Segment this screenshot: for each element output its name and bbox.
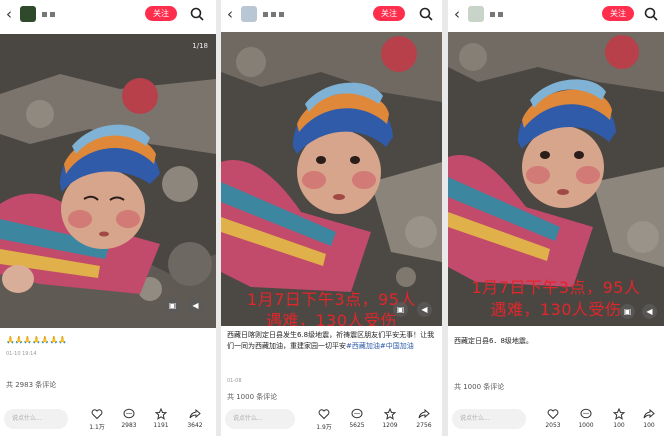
- volume-icon[interactable]: ◀: [417, 302, 432, 317]
- post-date: 01-08: [227, 378, 242, 384]
- overlay-caption-line2: 遇难，130人受伤: [265, 311, 398, 326]
- like-count: 1.9万: [316, 424, 332, 431]
- post-photo[interactable]: 1月7日下午3点，95人 遇难，130人受伤 ▣ ◀: [221, 32, 442, 326]
- collect-button[interactable]: 1191: [150, 408, 172, 429]
- avatar[interactable]: [241, 6, 257, 22]
- post-caption: 西藏日喀则定日县发生6.8级地震，祈祷震区朋友们平安无事！让我们一同为西藏加油，…: [227, 330, 436, 352]
- top-bar: ‹ 关注: [0, 0, 216, 28]
- pip-icon[interactable]: ▣: [620, 304, 635, 319]
- back-button[interactable]: ‹: [448, 0, 466, 28]
- back-button[interactable]: ‹: [0, 0, 18, 28]
- comment-button[interactable]: 5625: [346, 408, 368, 429]
- post-photo[interactable]: 1/18 ▣ ◀: [0, 34, 216, 328]
- overlay-caption-line1: 1月7日下午3点，95人: [471, 278, 641, 297]
- post-panel-3: ‹ 关注 1月7日下午3点，95人 遇难，130人受伤 ▣ ◀ 西藏定日县6．8…: [448, 0, 664, 436]
- pip-icon[interactable]: ▣: [393, 302, 408, 317]
- share-icon: [418, 408, 430, 419]
- post-date: 01-10 19:14: [6, 351, 37, 357]
- share-icon: [643, 408, 655, 419]
- star-icon: [384, 408, 396, 420]
- image-counter: 1/18: [192, 42, 208, 50]
- comment-input[interactable]: 说点什么...: [4, 409, 68, 429]
- post-panel-2: ‹ 关注 1月7日下午3点，95人 遇难，130人受伤 ▣ ◀ 西藏日喀则定日县…: [221, 0, 442, 436]
- share-count: 3642: [187, 422, 203, 429]
- star-icon: [155, 408, 167, 420]
- comment-icon: [351, 408, 363, 419]
- comment-button[interactable]: 1000: [575, 408, 597, 429]
- avatar[interactable]: [468, 6, 484, 22]
- share-count: 2756: [416, 422, 432, 429]
- collect-count: 1191: [153, 422, 169, 429]
- child-in-rubble-image: [0, 34, 216, 328]
- follow-button[interactable]: 关注: [602, 6, 634, 21]
- comment-input[interactable]: 说点什么...: [225, 409, 295, 429]
- overlay-caption-line1: 1月7日下午3点，95人: [247, 290, 416, 309]
- share-icon: [189, 408, 201, 419]
- like-button[interactable]: 1.9万: [313, 408, 335, 431]
- comment-count-label: 2983: [121, 422, 137, 429]
- top-bar: ‹ 关注: [221, 0, 442, 28]
- username-blurred[interactable]: [42, 11, 55, 17]
- collect-button[interactable]: 1209: [379, 408, 401, 429]
- top-bar: ‹ 关注: [448, 0, 664, 28]
- bottom-action-bar: 说点什么... 1.1万 2983 1191 3642: [0, 404, 216, 436]
- child-in-rubble-image: [221, 32, 442, 326]
- like-button[interactable]: 1.1万: [86, 408, 108, 431]
- post-caption: 🙏🙏🙏🙏🙏🙏🙏: [6, 336, 68, 344]
- username-blurred[interactable]: [263, 11, 284, 17]
- comment-icon: [123, 408, 135, 419]
- back-button[interactable]: ‹: [221, 0, 239, 28]
- bottom-action-bar: 说点什么... 1.9万 5625 1209 2756: [221, 404, 442, 436]
- search-icon[interactable]: [644, 7, 658, 21]
- comment-count: 共 2983 条评论: [6, 381, 57, 389]
- post-panel-1: ‹ 关注 1/18 ▣ ◀ 🙏🙏🙏🙏🙏🙏🙏 01-10 19:14 共 2983…: [0, 0, 216, 436]
- share-count: 100: [643, 422, 655, 429]
- bottom-action-bar: 说点什么... 2053 1000 100 100: [448, 404, 664, 436]
- heart-icon: [91, 409, 103, 420]
- volume-icon[interactable]: ◀: [188, 298, 203, 313]
- share-button[interactable]: 2756: [413, 408, 435, 429]
- comment-count-label: 5625: [349, 422, 365, 429]
- post-photo[interactable]: 1月7日下午3点，95人 遇难，130人受伤 ▣ ◀: [448, 32, 664, 326]
- heart-icon: [318, 409, 330, 420]
- search-icon[interactable]: [190, 7, 204, 21]
- like-count: 1.1万: [89, 424, 105, 431]
- comment-count: 共 1000 条评论: [454, 383, 505, 391]
- comment-input[interactable]: 说点什么...: [452, 409, 526, 429]
- share-button[interactable]: 100: [638, 408, 660, 429]
- avatar[interactable]: [20, 6, 36, 22]
- comment-count-label: 1000: [578, 422, 594, 429]
- search-icon[interactable]: [419, 7, 433, 21]
- heart-icon: [547, 409, 559, 420]
- collect-count: 100: [613, 422, 625, 429]
- comment-icon: [580, 408, 592, 419]
- collect-count: 1209: [382, 422, 398, 429]
- like-count: 2053: [545, 422, 561, 429]
- share-button[interactable]: 3642: [184, 408, 206, 429]
- volume-icon[interactable]: ◀: [642, 304, 657, 319]
- post-caption: 西藏定日县6．8级地震。: [454, 337, 533, 345]
- pip-icon[interactable]: ▣: [165, 298, 180, 313]
- caption-hashtags[interactable]: #西藏加油#中国加油: [346, 342, 414, 350]
- collect-button[interactable]: 100: [608, 408, 630, 429]
- comment-count: 共 1000 条评论: [227, 393, 278, 401]
- like-button[interactable]: 2053: [542, 408, 564, 429]
- comment-button[interactable]: 2983: [118, 408, 140, 429]
- username-blurred[interactable]: [490, 11, 503, 17]
- follow-button[interactable]: 关注: [145, 6, 177, 21]
- follow-button[interactable]: 关注: [373, 6, 405, 21]
- star-icon: [613, 408, 625, 420]
